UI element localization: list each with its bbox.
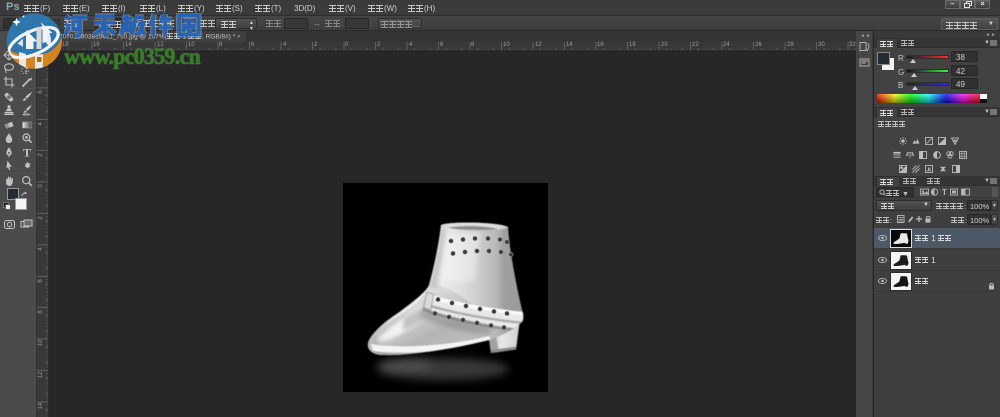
svg-text:T: T — [23, 146, 31, 158]
svg-text:T: T — [942, 188, 947, 196]
